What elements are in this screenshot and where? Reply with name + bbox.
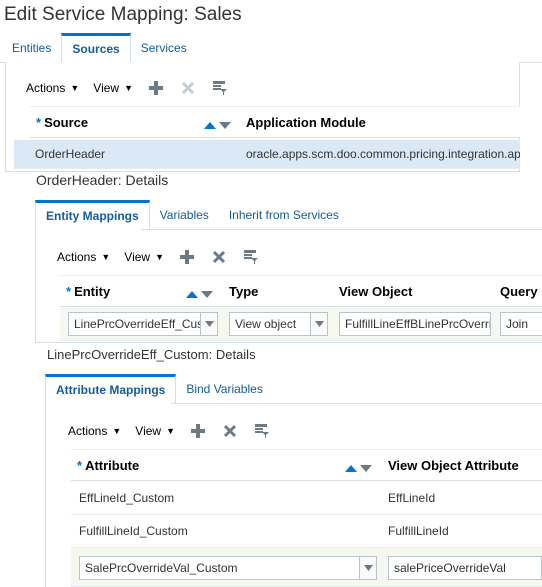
chevron-down-icon[interactable]: [310, 313, 327, 335]
column-header-attribute[interactable]: * Attribute: [77, 450, 139, 482]
sources-table-header: * Source Application Module: [30, 106, 520, 138]
attribute-select[interactable]: SalePrcOverrideVal_Custom: [79, 556, 377, 580]
required-indicator: *: [77, 458, 83, 473]
tab-entities[interactable]: Entities: [2, 33, 61, 63]
tab-bind-variables[interactable]: Bind Variables: [176, 374, 273, 404]
table-row[interactable]: SalePrcOverrideVal_Custom salePriceOverr…: [71, 548, 542, 587]
view-object-field[interactable]: FulfillLineEffBLinePrcOverride: [339, 312, 491, 336]
table-row[interactable]: OrderHeader oracle.apps.scm.doo.common.p…: [14, 140, 520, 169]
table-row[interactable]: LinePrcOverrideEff_Custom View object Fu…: [60, 308, 542, 341]
add-icon[interactable]: [147, 79, 165, 97]
filter-icon[interactable]: [211, 79, 229, 97]
tab-join: [36, 229, 141, 230]
entity-select-value: LinePrcOverrideEff_Custom: [74, 317, 218, 331]
tab-attribute-mappings[interactable]: Attribute Mappings: [45, 374, 177, 404]
column-header-entity[interactable]: * Entity: [66, 276, 110, 308]
chevron-down-icon: ▼: [112, 426, 122, 436]
actions-menu[interactable]: Actions ▼: [26, 81, 79, 95]
delete-icon[interactable]: [210, 248, 228, 266]
entity-table-header: * Entity Type View Object Query: [60, 275, 542, 307]
tab-variables[interactable]: Variables: [150, 200, 219, 230]
page-title: Edit Service Mapping: Sales: [4, 4, 242, 25]
chevron-down-icon[interactable]: [200, 313, 217, 335]
actions-menu[interactable]: Actions ▼: [57, 250, 110, 264]
column-header-source[interactable]: * Source: [36, 107, 88, 139]
add-icon[interactable]: [178, 248, 196, 266]
entity-toolbar: Actions ▼ View ▼: [57, 247, 274, 267]
chevron-down-icon: ▼: [166, 426, 175, 436]
tab-inherit-from-services[interactable]: Inherit from Services: [219, 200, 349, 230]
attribute-select-value: SalePrcOverrideVal_Custom: [85, 561, 238, 575]
delete-icon[interactable]: [179, 79, 197, 97]
sources-toolbar: Actions ▼ View ▼: [26, 78, 243, 98]
main-tabbar: Entities Sources Services: [2, 33, 197, 63]
query-field[interactable]: Join: [500, 312, 542, 336]
source-cell: OrderHeader: [35, 147, 106, 161]
column-header-app-module[interactable]: Application Module: [246, 107, 366, 139]
attribute-cell: FulfillLineId_Custom: [79, 524, 188, 538]
chevron-down-icon: ▼: [101, 252, 111, 262]
column-header-query[interactable]: Query: [500, 276, 538, 308]
app-module-cell: oracle.apps.scm.doo.common.pricing.integ…: [246, 147, 520, 161]
tab-entity-mappings[interactable]: Entity Mappings: [35, 200, 150, 230]
chevron-down-icon[interactable]: [359, 557, 376, 579]
attribute-cell: EffLineId_Custom: [79, 491, 175, 505]
attribute-toolbar: Actions ▼ View ▼: [68, 421, 285, 441]
source-details-tabbar: Entity Mappings Variables Inherit from S…: [35, 200, 349, 230]
vo-attribute-field[interactable]: salePriceOverrideVal: [388, 556, 542, 580]
attribute-table-header: * Attribute View Object Attribute: [71, 449, 542, 481]
required-indicator: *: [66, 284, 72, 299]
delete-icon[interactable]: [221, 422, 239, 440]
entity-details-title: LinePrcOverrideEff_Custom: Details: [47, 347, 256, 362]
tab-join: [46, 403, 171, 404]
table-row[interactable]: FulfillLineId_Custom FulfillLineId: [71, 515, 542, 548]
source-details-title: OrderHeader: Details: [36, 172, 169, 188]
add-icon[interactable]: [189, 422, 207, 440]
sort-icon[interactable]: [186, 288, 214, 298]
chevron-down-icon: ▼: [124, 83, 133, 93]
view-menu[interactable]: View ▼: [93, 81, 133, 95]
filter-icon[interactable]: [242, 248, 260, 266]
type-select-value: View object: [235, 317, 297, 331]
view-menu[interactable]: View ▼: [124, 250, 164, 264]
required-indicator: *: [36, 115, 42, 130]
column-label-attribute: Attribute: [85, 458, 140, 473]
chevron-down-icon: ▼: [155, 252, 164, 262]
column-header-type[interactable]: Type: [229, 276, 258, 308]
tab-sources[interactable]: Sources: [61, 33, 131, 63]
column-header-view-object[interactable]: View Object: [339, 276, 412, 308]
entity-select[interactable]: LinePrcOverrideEff_Custom: [68, 312, 218, 336]
chevron-down-icon: ▼: [70, 83, 80, 93]
view-menu[interactable]: View ▼: [135, 424, 175, 438]
column-label-source: Source: [44, 115, 89, 130]
actions-label: Actions: [68, 424, 108, 438]
view-label: View: [93, 81, 120, 95]
tab-services[interactable]: Services: [131, 33, 197, 63]
column-label-entity: Entity: [74, 284, 111, 299]
entity-details-tabbar: Attribute Mappings Bind Variables: [45, 374, 273, 404]
actions-menu[interactable]: Actions ▼: [68, 424, 121, 438]
table-row[interactable]: EffLineId_Custom EffLineId: [71, 482, 542, 515]
actions-label: Actions: [57, 250, 97, 264]
vo-attribute-cell: FulfillLineId: [388, 524, 449, 538]
filter-icon[interactable]: [253, 422, 271, 440]
column-header-vo-attribute[interactable]: View Object Attribute: [388, 450, 519, 482]
type-select[interactable]: View object: [229, 312, 328, 336]
view-label: View: [124, 250, 151, 264]
view-label: View: [135, 424, 162, 438]
actions-label: Actions: [26, 81, 66, 95]
vo-attribute-cell: EffLineId: [388, 491, 436, 505]
sort-icon[interactable]: [345, 462, 373, 472]
sort-icon[interactable]: [204, 119, 232, 129]
